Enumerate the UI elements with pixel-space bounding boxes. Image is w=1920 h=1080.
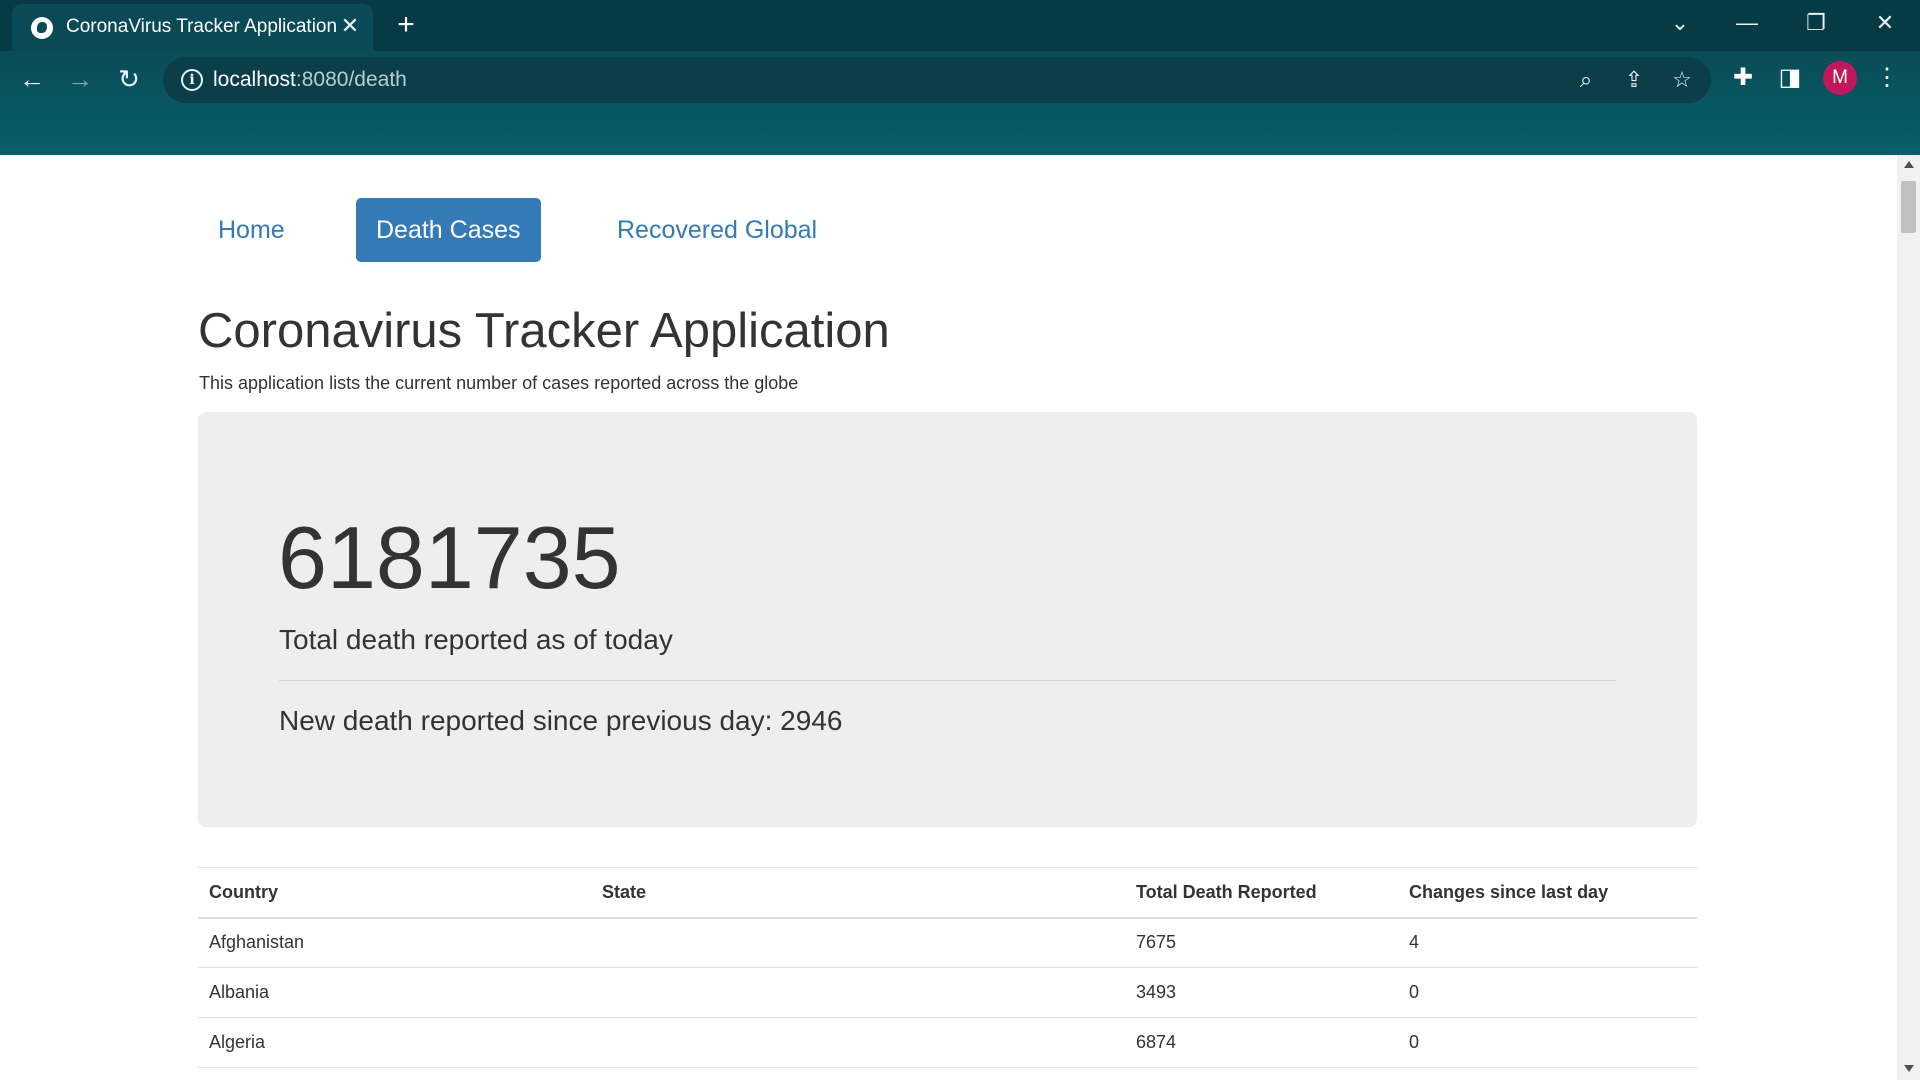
total-deaths-value: 6181735 [278, 508, 621, 607]
tab-title: CoronaVirus Tracker Application [66, 16, 338, 37]
new-deaths-text: New death reported since previous day: 2… [279, 705, 843, 736]
page-description: This application lists the current numbe… [199, 373, 799, 393]
address-bar[interactable]: i localhost:8080/death ⌕ ⇪ ☆ [163, 57, 1711, 103]
header-country: Country [198, 867, 591, 919]
cell-changes: 4 [1398, 917, 1697, 968]
nav-death-cases[interactable]: Death Cases [356, 198, 541, 262]
back-arrow-icon[interactable]: ← [14, 61, 50, 97]
scroll-down-arrow-icon[interactable] [1904, 1065, 1914, 1072]
nav-home[interactable]: Home [198, 198, 305, 262]
table-row: Afghanistan 7675 4 [198, 917, 1697, 968]
new-tab-icon[interactable]: + [389, 10, 423, 42]
cell-country: Algeria [198, 1017, 591, 1068]
scroll-thumb[interactable] [1901, 181, 1916, 233]
side-panel-icon[interactable]: ◨ [1771, 59, 1809, 97]
cell-total-deaths: 7675 [1125, 917, 1398, 968]
total-deaths-label: Total death reported as of today [279, 624, 673, 655]
browser-menu-icon[interactable]: ⋮ [1868, 59, 1906, 97]
minimize-icon[interactable]: — [1723, 6, 1771, 40]
cell-country: Afghanistan [198, 917, 591, 968]
cell-state [591, 1017, 1125, 1068]
url-path: :8080/death [295, 68, 407, 91]
cell-total-deaths: 3493 [1125, 967, 1398, 1018]
share-icon[interactable]: ⇪ [1618, 64, 1650, 96]
table-header-row: Country State Total Death Reported Chang… [198, 867, 1697, 919]
summary-panel: 6181735 Total death reported as of today… [198, 412, 1697, 827]
site-info-icon[interactable]: i [181, 69, 203, 91]
url-text[interactable]: localhost:8080/death [213, 68, 407, 92]
table-row: Algeria 6874 0 [198, 1017, 1697, 1068]
reload-icon[interactable]: ↻ [111, 61, 147, 97]
scroll-up-arrow-icon[interactable] [1904, 161, 1914, 168]
deaths-table: Country State Total Death Reported Chang… [198, 867, 1697, 1068]
zoom-out-icon[interactable]: ⌕ [1570, 64, 1602, 96]
header-state: State [591, 867, 1125, 919]
divider [279, 680, 1616, 681]
page-title: Coronavirus Tracker Application [198, 304, 890, 358]
cell-country: Albania [198, 967, 591, 1018]
url-host: localhost [213, 68, 296, 91]
header-total-deaths: Total Death Reported [1125, 867, 1398, 919]
cell-changes: 0 [1398, 967, 1697, 1018]
tab-search-chevron-icon[interactable]: ⌄ [1656, 6, 1704, 40]
globe-icon [31, 17, 53, 39]
restore-icon[interactable]: ❐ [1792, 6, 1840, 40]
cell-total-deaths: 6874 [1125, 1017, 1398, 1068]
browser-tab-strip: CoronaVirus Tracker Application ✕ + ⌄ — … [0, 0, 1920, 51]
cell-state [591, 967, 1125, 1018]
tab-close-icon[interactable]: ✕ [335, 11, 365, 41]
cell-state [591, 917, 1125, 968]
table-row: Albania 3493 0 [198, 967, 1697, 1018]
bookmark-star-icon[interactable]: ☆ [1666, 64, 1698, 96]
extensions-puzzle-icon[interactable]: ✚ [1724, 59, 1762, 97]
forward-arrow-icon[interactable]: → [62, 61, 98, 97]
close-window-icon[interactable]: ✕ [1861, 6, 1909, 40]
profile-avatar[interactable]: M [1823, 61, 1857, 95]
page-scrollbar[interactable] [1897, 155, 1920, 1080]
page-viewport: Home Death Cases Recovered Global Corona… [0, 155, 1897, 1080]
cell-changes: 0 [1398, 1017, 1697, 1068]
nav-recovered-global[interactable]: Recovered Global [597, 198, 837, 262]
browser-tab[interactable]: CoronaVirus Tracker Application ✕ [12, 4, 373, 51]
header-changes: Changes since last day [1398, 867, 1697, 919]
browser-toolbar: ← → ↻ i localhost:8080/death ⌕ ⇪ ☆ ✚ ◨ M… [0, 51, 1920, 155]
